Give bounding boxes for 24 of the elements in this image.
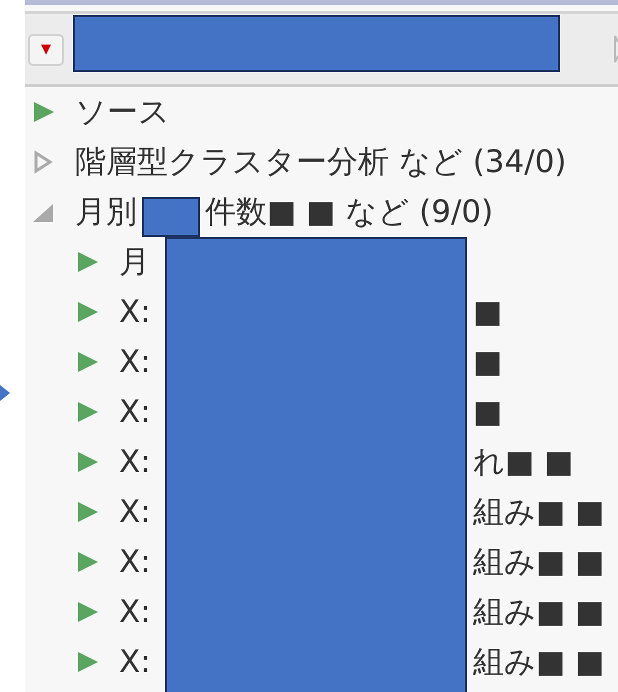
tree-item-label[interactable]: X:: [119, 294, 151, 330]
tree-item-label[interactable]: X:: [119, 644, 151, 680]
tree-item-label[interactable]: れ■ ■: [473, 444, 574, 480]
tree-item-label[interactable]: 階層型クラスター分析 など (34/0): [75, 144, 567, 180]
tree-item-label[interactable]: 月: [119, 244, 150, 280]
tree-item-label[interactable]: 組み■ ■: [473, 544, 604, 580]
tree-item-label[interactable]: X:: [119, 544, 151, 580]
disclosure-icon[interactable]: [614, 34, 618, 64]
tree-item-label[interactable]: X:: [119, 394, 151, 430]
tree-item-label[interactable]: X:: [119, 594, 151, 630]
tree-item-label[interactable]: ■: [473, 344, 502, 380]
pointer-arrow-icon: [0, 385, 10, 401]
tree-item-label[interactable]: 組み■ ■: [473, 594, 604, 630]
tree-item-label[interactable]: 件数■ ■ など (9/0): [205, 194, 494, 230]
menu-button[interactable]: ▼: [28, 34, 64, 66]
tree-item-label[interactable]: X:: [119, 444, 151, 480]
tree-item-label[interactable]: 組み■ ■: [473, 644, 604, 680]
tree-item-label[interactable]: ■: [473, 394, 502, 430]
tree-item-label[interactable]: 月別: [75, 194, 137, 230]
tree-item-label[interactable]: ソース: [75, 94, 170, 130]
tree-item-label[interactable]: ■: [473, 294, 502, 330]
tree-item-label[interactable]: X:: [119, 494, 151, 530]
tree-item-label[interactable]: 組み■ ■: [473, 494, 604, 530]
tree-item-label[interactable]: X:: [119, 344, 151, 380]
